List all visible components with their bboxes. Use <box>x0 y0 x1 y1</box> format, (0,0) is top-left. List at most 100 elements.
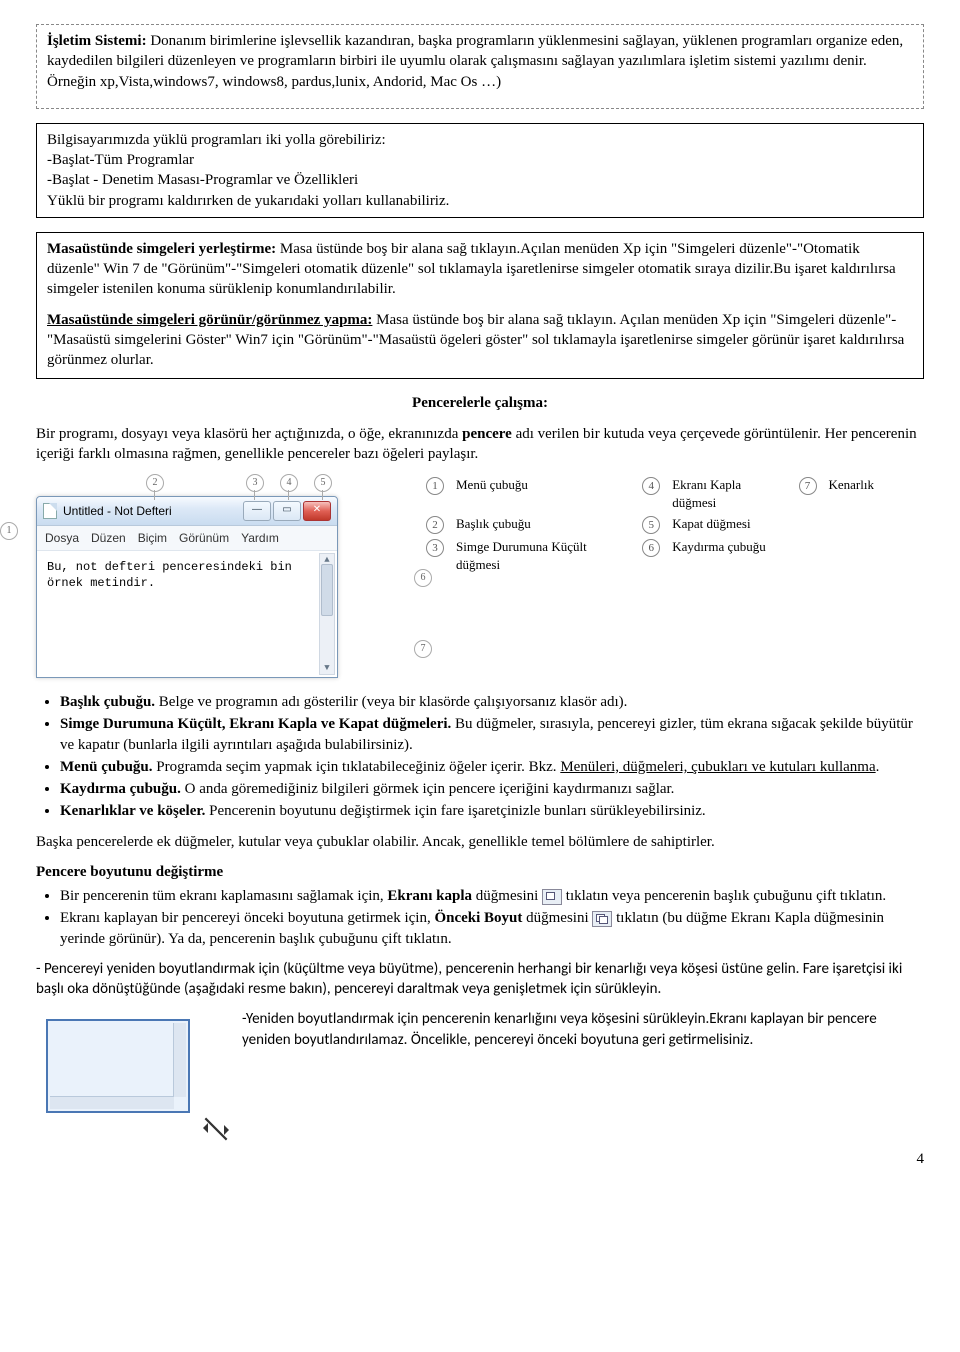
resize-header: Pencere boyutunu değiştirme <box>36 862 924 882</box>
notepad-window: Untitled - Not Defteri — ▭ ✕ Dosya Düzen… <box>36 496 338 678</box>
callout-7: 7 <box>414 640 432 658</box>
window-parts-list: Başlık çubuğu. Belge ve programın adı gö… <box>36 692 924 822</box>
r1-d: tıklatın veya pencerenin başlık çubuğunu… <box>562 888 886 904</box>
list-item: Menü çubuğu. Programda seçim yapmak için… <box>60 757 924 777</box>
corner-scroll-v[interactable] <box>173 1023 186 1097</box>
figure-left: 2 3 4 5 1 Untitled - Not Defteri <box>36 474 396 678</box>
notepad-body[interactable]: Bu, not defteri penceresindeki bin örnek… <box>37 551 337 677</box>
ip-l1: Bilgisayarımızda yüklü programları iki y… <box>47 130 913 150</box>
top-callouts: 2 3 4 5 <box>36 474 396 494</box>
table-row: 2 Başlık çubuğu 5 Kapat düğmesi <box>420 513 880 536</box>
notepad-wrapper: 2 3 4 5 1 Untitled - Not Defteri <box>36 474 396 678</box>
corner-demo <box>36 1009 216 1129</box>
callout-4: 4 <box>280 474 298 492</box>
figure-row: 2 3 4 5 1 Untitled - Not Defteri <box>36 474 924 678</box>
legend-2-text: Başlık çubuğu <box>450 513 636 536</box>
notepad-title-text: Untitled - Not Defteri <box>63 503 172 519</box>
minimize-button[interactable]: — <box>243 501 271 521</box>
drag-paragraph: - Pencereyi yeniden boyutlandırmak için … <box>36 959 924 1000</box>
menu-yardim[interactable]: Yardım <box>241 530 279 546</box>
maximize-button[interactable]: ▭ <box>273 501 301 521</box>
b1-lead: Başlık çubuğu. <box>60 694 155 710</box>
callout-2: 2 <box>146 474 164 492</box>
callout-1: 1 <box>0 522 18 540</box>
b5-text: Pencerenin boyutunu değiştirmek için far… <box>205 803 705 819</box>
legend-2-num: 2 <box>426 516 444 534</box>
scroll-thumb[interactable] <box>321 564 333 616</box>
ip-l2: -Başlat-Tüm Programlar <box>47 150 913 170</box>
legend-1-num: 1 <box>426 477 444 495</box>
figure-legend: 1 Menü çubuğu 4 Ekranı Kapla düğmesi 7 K… <box>420 474 880 575</box>
legend-6-num: 6 <box>642 539 660 557</box>
r2-c: düğmesini <box>522 910 592 926</box>
b1-text: Belge ve programın adı gösterilir (veya … <box>155 694 627 710</box>
callout-3: 3 <box>246 474 264 492</box>
resize-list: Bir pencerenin tüm ekranı kaplamasını sa… <box>36 886 924 949</box>
restore-icon <box>592 911 612 927</box>
scroll-down-icon[interactable]: ▼ <box>321 662 333 674</box>
list-item: Bir pencerenin tüm ekranı kaplamasını sa… <box>60 886 924 906</box>
corner-row: -Yeniden boyutlandırmak için pencerenin … <box>36 1009 924 1129</box>
table-row: 3 Simge Durumuna Küçült düğmesi 6 Kaydır… <box>420 536 880 575</box>
legend-5-text: Kapat düğmesi <box>666 513 792 536</box>
menu-duzen[interactable]: Düzen <box>91 530 126 546</box>
list-item: Kaydırma çubuğu. O anda göremediğiniz bi… <box>60 779 924 799</box>
di-p2-lead: Masaüstünde simgeleri görünür/görünmez y… <box>47 312 372 328</box>
legend-7-text: Kenarlık <box>823 474 881 513</box>
b3-text-a: Programda seçim yapmak için tıklatabilec… <box>153 759 561 775</box>
page-number: 4 <box>36 1149 924 1169</box>
di-p2: Masaüstünde simgeleri görünür/görünmez y… <box>47 310 913 371</box>
b4-lead: Kaydırma çubuğu. <box>60 781 181 797</box>
window-buttons: — ▭ ✕ <box>243 501 331 521</box>
legend-1-text: Menü çubuğu <box>450 474 636 513</box>
callout-5: 5 <box>314 474 332 492</box>
menu-gorunum[interactable]: Görünüm <box>179 530 229 546</box>
notepad-menubar[interactable]: Dosya Düzen Biçim Görünüm Yardım <box>37 526 337 551</box>
os-def-paragraph: İşletim Sistemi: Donanım birimlerine işl… <box>47 31 913 92</box>
body-line1: Bu, not defteri penceresindeki bin <box>47 559 327 575</box>
r2-a: Ekranı kaplayan bir pencereyi önceki boy… <box>60 910 434 926</box>
legend-7-num: 7 <box>799 477 817 495</box>
pi-b: pencere <box>462 426 512 442</box>
ip-l4: Yüklü bir programı kaldırırken de yukarı… <box>47 191 913 211</box>
b3-lead: Menü çubuğu. <box>60 759 153 775</box>
scrollbar-vertical[interactable]: ▲ ▼ <box>319 553 335 675</box>
legend-3-num: 3 <box>426 539 444 557</box>
close-button[interactable]: ✕ <box>303 501 331 521</box>
maximize-icon <box>542 889 562 905</box>
drag-right-text: -Yeniden boyutlandırmak için pencerenin … <box>242 1009 924 1050</box>
corner-scroll-h[interactable] <box>50 1096 174 1109</box>
body-line2: örnek metindir. <box>47 575 327 591</box>
b3-dot: . <box>876 759 880 775</box>
corner-window <box>46 1019 190 1113</box>
callout-6: 6 <box>414 569 432 587</box>
r2-b: Önceki Boyut <box>434 910 522 926</box>
pencere-header: Pencerelerle çalışma: <box>36 393 924 413</box>
menu-bicim[interactable]: Biçim <box>138 530 167 546</box>
b2-lead: Simge Durumuna Küçült, Ekranı Kapla ve K… <box>60 716 451 732</box>
legend-4-text: Ekranı Kapla düğmesi <box>666 474 792 513</box>
list-item: Başlık çubuğu. Belge ve programın adı gö… <box>60 692 924 712</box>
r1-b: Ekranı kapla <box>387 888 472 904</box>
resize-cursor-icon <box>198 1111 234 1147</box>
b5-lead: Kenarlıklar ve köşeler. <box>60 803 205 819</box>
b3-link[interactable]: Menüleri, düğmeleri, çubukları ve kutula… <box>560 759 875 775</box>
list-item: Kenarlıklar ve köşeler. Pencerenin boyut… <box>60 801 924 821</box>
notepad-titlebar[interactable]: Untitled - Not Defteri — ▭ ✕ <box>37 497 337 526</box>
b4-text: O anda göremediğiniz bilgileri görmek iç… <box>181 781 675 797</box>
box-installed-programs: Bilgisayarımızda yüklü programları iki y… <box>36 123 924 218</box>
os-def-text: Donanım birimlerine işlevsellik kazandır… <box>47 33 903 90</box>
r1-a: Bir pencerenin tüm ekranı kaplamasını sa… <box>60 888 387 904</box>
pencere-intro: Bir programı, dosyayı veya klasörü her a… <box>36 424 924 465</box>
after-bullets: Başka pencerelerde ek düğmeler, kutular … <box>36 832 924 852</box>
legend-table: 1 Menü çubuğu 4 Ekranı Kapla düğmesi 7 K… <box>420 474 880 575</box>
di-p1: Masaüstünde simgeleri yerleştirme: Masa … <box>47 239 913 300</box>
os-def-lead: İşletim Sistemi: <box>47 33 147 49</box>
list-item: Ekranı kaplayan bir pencereyi önceki boy… <box>60 908 924 949</box>
table-row: 1 Menü çubuğu 4 Ekranı Kapla düğmesi 7 K… <box>420 474 880 513</box>
notepad-icon <box>43 503 57 519</box>
r1-c: düğmesini <box>472 888 542 904</box>
menu-dosya[interactable]: Dosya <box>45 530 79 546</box>
legend-3-text: Simge Durumuna Küçült düğmesi <box>450 536 636 575</box>
legend-6-text: Kaydırma çubuğu <box>666 536 792 575</box>
